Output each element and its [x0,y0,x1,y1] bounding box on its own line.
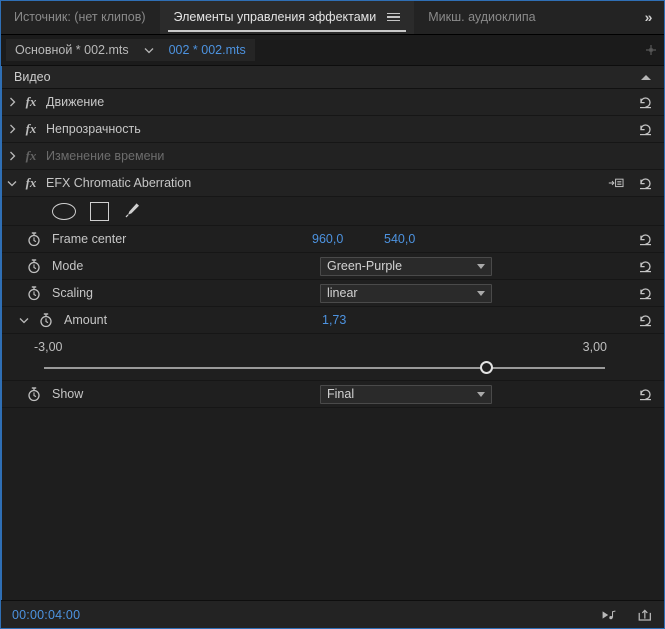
hamburger-menu-icon[interactable] [387,12,401,22]
chevron-right-icon[interactable] [2,124,22,134]
reset-icon[interactable] [637,94,653,110]
reset-icon[interactable] [637,258,653,274]
reset-icon[interactable] [637,285,653,301]
mode-dropdown-value: Green-Purple [327,259,403,273]
tab-effect-controls-label: Элементы управления эффектами [173,10,377,24]
fx-badge-icon: fx [25,148,37,163]
effect-row-opacity-icons [637,121,665,137]
effect-controls-panel: Источник: (нет клипов) Элементы управлен… [0,0,665,629]
tab-source-monitor-label: Источник: (нет клипов) [14,10,146,24]
group-header-video[interactable]: Видео [2,66,665,89]
frame-center-y-value[interactable]: 540,0 [384,232,415,246]
effect-parameter-list: Видео fx Движение fx Непрозрачность fx И… [0,66,665,600]
param-row-show-icons [637,386,665,402]
play-audio-icon[interactable] [601,607,617,623]
master-clip-tab[interactable]: Основной * 002.mts [6,39,138,61]
fx-badge-icon: fx [25,121,37,136]
chevron-down-icon[interactable] [2,180,22,187]
param-row-mode[interactable]: Mode Green-Purple [2,253,665,280]
effect-row-motion-icons [637,94,665,110]
effect-row-chromatic-aberration-label: EFX Chromatic Aberration [46,176,192,190]
show-dropdown[interactable]: Final [320,384,492,404]
tab-effect-controls[interactable]: Элементы управления эффектами [159,0,415,34]
current-clip-tab[interactable]: 002 * 002.mts [159,39,255,61]
effect-row-chromatic-aberration[interactable]: fx EFX Chromatic Aberration [2,170,665,197]
chevron-down-icon[interactable] [14,317,34,324]
slider-thumb-icon[interactable] [479,361,493,374]
amount-slider-max-label: 3,00 [582,340,607,354]
status-bar-icons [601,607,653,623]
current-clip-label: 002 * 002.mts [168,43,246,57]
reset-icon[interactable] [637,175,653,191]
effect-row-time-remapping-label: Изменение времени [46,149,165,163]
param-row-amount-label: Amount [64,313,108,327]
tab-source-monitor[interactable]: Источник: (нет клипов) [0,0,160,34]
scaling-dropdown[interactable]: linear [320,283,492,303]
mask-tool-strip [2,197,665,226]
group-header-video-label: Видео [14,70,51,84]
param-row-scaling-icons [637,285,665,301]
tab-audio-clip-mixer[interactable]: Микш. аудиоклипа [414,0,550,34]
fx-badge-icon: fx [25,175,37,190]
rectangle-mask-icon[interactable] [90,201,109,221]
status-bar: 00:00:04:00 [0,600,665,629]
timecode-display[interactable]: 00:00:04:00 [12,608,80,622]
amount-value[interactable]: 1,73 [322,313,346,327]
frame-center-x-value[interactable]: 960,0 [312,232,343,246]
mode-dropdown[interactable]: Green-Purple [320,256,492,276]
stopwatch-icon[interactable] [22,258,46,274]
chevron-down-icon [477,290,485,296]
stopwatch-icon[interactable] [22,231,46,247]
sequence-clip-bar: Основной * 002.mts 002 * 002.mts [0,35,665,66]
show-dropdown-value: Final [327,387,355,401]
master-clip-label: Основной * 002.mts [15,43,129,57]
param-row-amount-icons [637,312,665,328]
effect-row-opacity[interactable]: fx Непрозрачность [2,116,665,143]
param-row-mode-icons [637,258,665,274]
fx-badge-icon: fx [25,94,37,109]
stopwatch-icon[interactable] [22,386,46,402]
ellipse-mask-icon[interactable] [52,202,76,220]
param-row-frame-center[interactable]: Frame center 960,0 540,0 [2,226,665,253]
drag-grip-icon[interactable] [645,44,657,56]
reset-icon[interactable] [637,386,653,402]
effect-row-motion-label: Движение [46,95,105,109]
reset-icon[interactable] [637,231,653,247]
chevron-down-icon [477,263,485,269]
stopwatch-icon[interactable] [22,285,46,301]
param-row-show[interactable]: Show Final [2,381,665,408]
pen-mask-icon[interactable] [123,201,141,222]
effect-row-opacity-label: Непрозрачность [46,122,141,136]
chevron-down-icon[interactable] [137,39,160,61]
arrow-to-box-icon[interactable] [608,175,624,191]
effect-row-chromatic-aberration-icons [608,175,665,191]
tab-overflow-icon[interactable]: » [631,0,665,34]
param-row-scaling[interactable]: Scaling linear [2,280,665,307]
reset-icon[interactable] [637,121,653,137]
effect-row-time-remapping[interactable]: fx Изменение времени [2,143,665,170]
stopwatch-icon[interactable] [34,312,58,328]
chevron-right-icon[interactable] [2,97,22,107]
param-row-show-label: Show [52,387,84,401]
effect-row-motion[interactable]: fx Движение [2,89,665,116]
export-frame-icon[interactable] [637,607,653,623]
tab-overflow-label: » [644,9,653,25]
param-row-mode-label: Mode [52,259,84,273]
amount-slider-min-label: -3,00 [34,340,63,354]
param-row-frame-center-label: Frame center [52,232,127,246]
scaling-dropdown-value: linear [327,286,358,300]
param-row-scaling-label: Scaling [52,286,93,300]
chevron-down-icon [477,391,485,397]
tab-audio-clip-mixer-label: Микш. аудиоклипа [428,10,536,24]
amount-slider-track[interactable] [44,367,605,369]
triangle-up-icon[interactable] [641,74,651,80]
panel-tab-bar: Источник: (нет клипов) Элементы управлен… [0,0,665,35]
amount-slider-row[interactable]: -3,00 3,00 [2,334,665,381]
chevron-right-icon[interactable] [2,151,22,161]
param-row-frame-center-icons [637,231,665,247]
param-row-amount[interactable]: Amount 1,73 [2,307,665,334]
reset-icon[interactable] [637,312,653,328]
